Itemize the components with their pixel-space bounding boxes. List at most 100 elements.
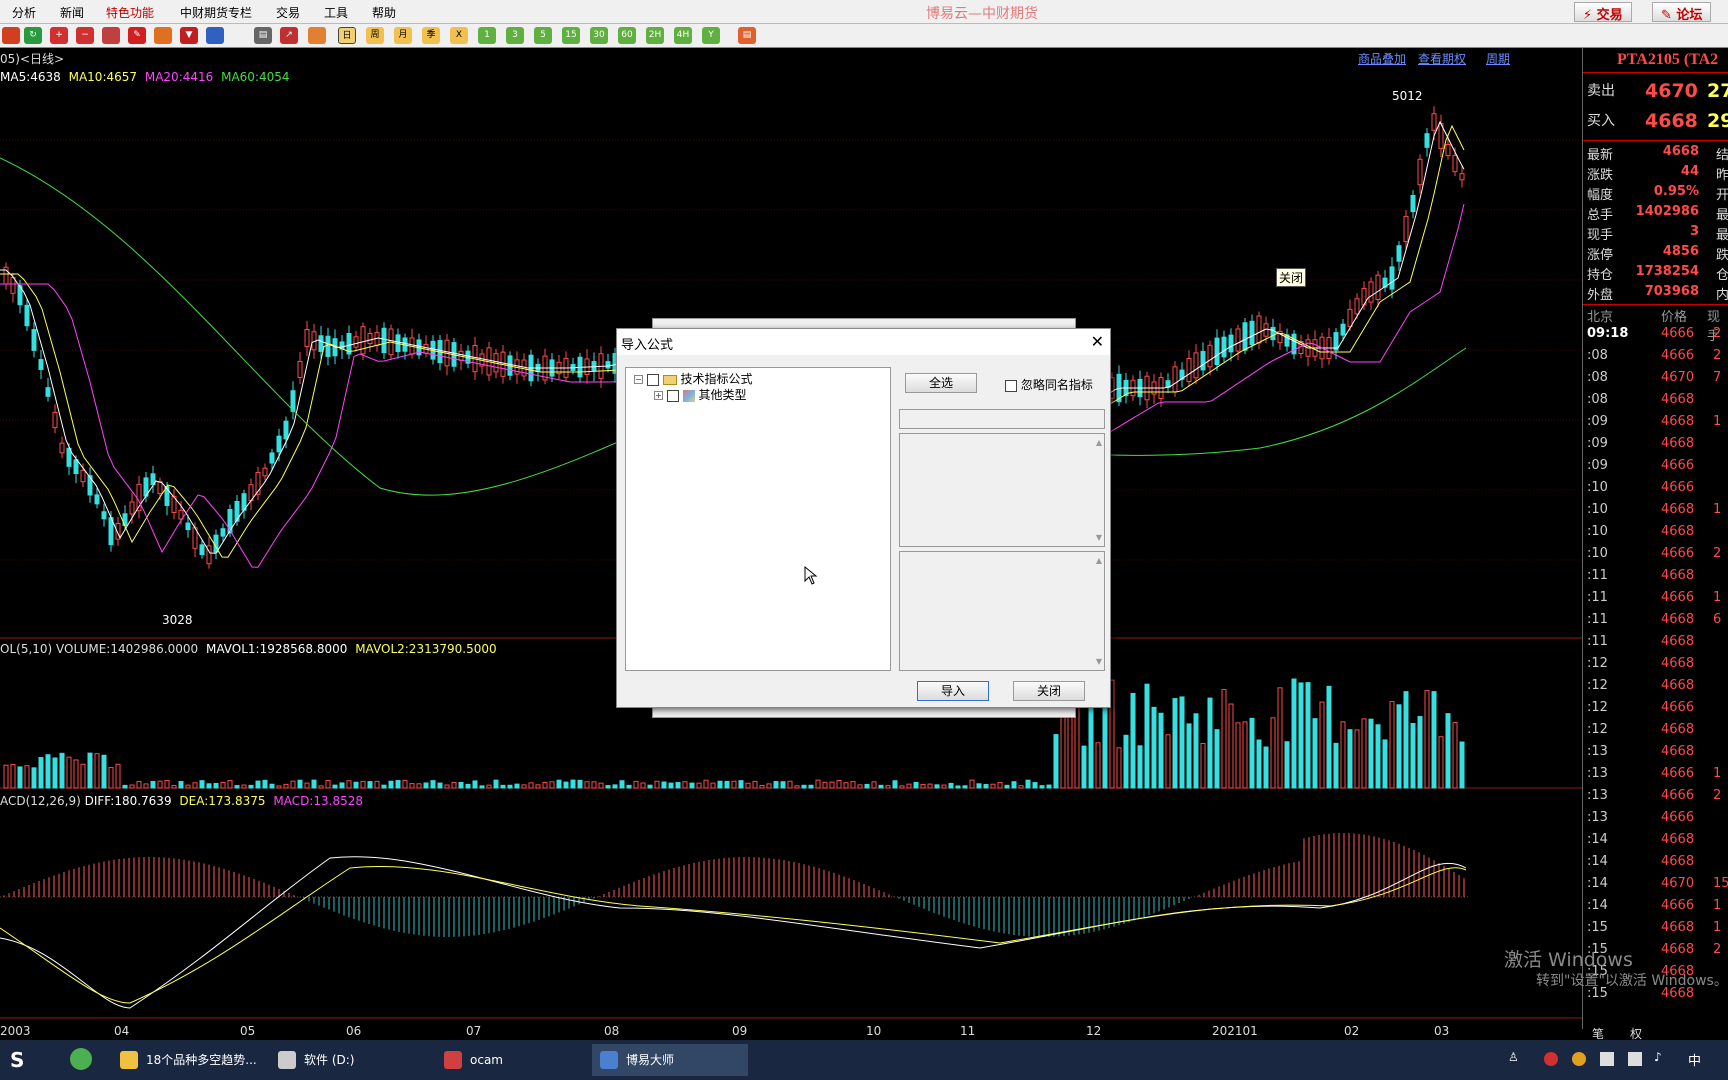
candle-body bbox=[1424, 133, 1430, 148]
ignore-same-name-option[interactable]: 忽略同名指标 bbox=[1005, 376, 1093, 393]
menu-column[interactable]: 中财期货专栏 bbox=[180, 4, 252, 21]
task-drive[interactable]: 软件 (D:) bbox=[270, 1044, 430, 1076]
chart-link-overlay[interactable]: 商品叠加 bbox=[1358, 50, 1406, 67]
filter-icon[interactable]: ▼ bbox=[180, 27, 198, 44]
formula-detail-box[interactable]: ▲ ▼ bbox=[899, 551, 1105, 671]
candle-body bbox=[185, 522, 191, 531]
volume-bar bbox=[220, 782, 226, 789]
import-button[interactable]: 导入 bbox=[917, 681, 989, 701]
tray-icon-2[interactable] bbox=[1572, 1052, 1586, 1066]
period-15[interactable]: 15 bbox=[562, 27, 580, 44]
scroll-up-icon[interactable]: ▲ bbox=[1096, 438, 1102, 447]
period-link[interactable]: 周期 bbox=[1486, 52, 1510, 66]
volume-bar bbox=[577, 779, 583, 789]
period-day[interactable]: 日 bbox=[338, 27, 356, 44]
tree-item-other[interactable]: + 其他类型 bbox=[654, 386, 747, 402]
tick-time: :12 bbox=[1587, 700, 1608, 715]
user-icon[interactable]: ♙ bbox=[1508, 1050, 1526, 1068]
volume-icon[interactable]: ♪ bbox=[1654, 1050, 1662, 1064]
period-year[interactable]: Y bbox=[702, 27, 720, 44]
tick-price: 4670 bbox=[1661, 876, 1695, 891]
volume-bar bbox=[808, 784, 814, 789]
task-ocam[interactable]: ocam bbox=[436, 1044, 586, 1076]
volume-bar bbox=[654, 780, 660, 789]
stat-value: 1402986 bbox=[1635, 204, 1699, 219]
scroll-down-icon[interactable]: ▼ bbox=[1096, 533, 1102, 542]
tray-icon-3[interactable] bbox=[1600, 1052, 1614, 1066]
period-2h[interactable]: 2H bbox=[646, 27, 664, 44]
volume-bar bbox=[444, 784, 450, 789]
tree-item-root[interactable]: − 技术指标公式 bbox=[634, 370, 753, 386]
tick-price: 4668 bbox=[1661, 656, 1695, 671]
notes-icon[interactable]: ▤ bbox=[738, 27, 756, 44]
menu-tools[interactable]: 工具 bbox=[324, 4, 348, 21]
menu-news[interactable]: 新闻 bbox=[60, 4, 84, 21]
dialog-close-button[interactable]: 关闭 bbox=[1013, 681, 1085, 701]
menu-features[interactable]: 特色功能 bbox=[106, 4, 154, 21]
menu-trade[interactable]: 交易 bbox=[276, 4, 300, 21]
toolbar-icon-f10[interactable] bbox=[308, 27, 326, 44]
menu-help[interactable]: 帮助 bbox=[372, 4, 396, 21]
volume-bar bbox=[381, 784, 387, 789]
volume-bar bbox=[1312, 718, 1318, 789]
period-4h[interactable]: 4H bbox=[674, 27, 692, 44]
close-tag[interactable]: 关闭 bbox=[1276, 268, 1307, 287]
trade-button[interactable]: ⚡ 交易 bbox=[1574, 2, 1632, 23]
candle-body bbox=[1368, 281, 1374, 303]
brush-icon[interactable] bbox=[154, 27, 172, 44]
task-boyi[interactable]: 博易大师 bbox=[592, 1044, 748, 1076]
period-60[interactable]: 60 bbox=[618, 27, 636, 44]
start-icon[interactable]: S bbox=[10, 1048, 36, 1072]
close-icon[interactable]: ✕ bbox=[1091, 332, 1104, 351]
period-1[interactable]: 1 bbox=[478, 27, 496, 44]
chart-link-period[interactable]: 周期 bbox=[1486, 50, 1510, 67]
menu-analysis[interactable]: 分析 bbox=[12, 4, 36, 21]
diff-line bbox=[0, 856, 1467, 1009]
bid-label: 买入 bbox=[1587, 113, 1615, 129]
toolbar-icon-1[interactable] bbox=[2, 27, 20, 44]
app-icon-green[interactable] bbox=[70, 1048, 92, 1070]
period-week[interactable]: 周 bbox=[366, 27, 384, 44]
ignore-same-name-checkbox[interactable] bbox=[1005, 379, 1017, 392]
network-icon[interactable] bbox=[1628, 1052, 1642, 1066]
ask-row[interactable]: 卖出 4670 27 bbox=[1583, 80, 1728, 106]
collapse-icon[interactable]: − bbox=[634, 375, 643, 384]
window-icon[interactable] bbox=[102, 27, 120, 44]
zoom-out-icon[interactable]: − bbox=[76, 27, 94, 44]
formula-icon[interactable] bbox=[206, 27, 224, 44]
input-language[interactable]: 中 bbox=[1688, 1050, 1701, 1069]
option-link[interactable]: 查看期权 bbox=[1418, 52, 1466, 66]
forum-button[interactable]: ✎ 论坛 bbox=[1652, 2, 1712, 23]
tree-child-checkbox[interactable] bbox=[666, 389, 679, 402]
expand-icon[interactable]: + bbox=[654, 391, 663, 400]
volume-bar bbox=[192, 782, 198, 789]
formula-description-box[interactable]: ▲ ▼ bbox=[899, 433, 1105, 547]
overlay-link[interactable]: 商品叠加 bbox=[1358, 52, 1406, 66]
formula-name-field[interactable] bbox=[899, 409, 1105, 429]
scroll-down-icon[interactable]: ▼ bbox=[1096, 657, 1102, 666]
tree-root-checkbox[interactable] bbox=[646, 373, 659, 386]
formula-tree[interactable]: − 技术指标公式 + 其他类型 bbox=[625, 367, 891, 671]
period-month[interactable]: 月 bbox=[394, 27, 412, 44]
refresh-icon[interactable]: ↻ bbox=[24, 27, 42, 44]
select-all-button[interactable]: 全选 bbox=[905, 373, 977, 393]
record-icon[interactable] bbox=[1544, 1052, 1558, 1066]
x-axis-label: 11 bbox=[960, 1024, 976, 1038]
tick-time: :12 bbox=[1587, 656, 1608, 671]
period-x[interactable]: X bbox=[450, 27, 468, 44]
period-30[interactable]: 30 bbox=[590, 27, 608, 44]
period-quarter[interactable]: 季 bbox=[422, 27, 440, 44]
chart-link-option[interactable]: 查看期权 bbox=[1418, 50, 1466, 67]
volume-bar bbox=[31, 767, 37, 789]
period-5[interactable]: 5 bbox=[534, 27, 552, 44]
zoom-in-icon[interactable]: + bbox=[50, 27, 68, 44]
bid-row[interactable]: 买入 4668 29 bbox=[1583, 110, 1728, 136]
line-chart-icon[interactable]: ↗ bbox=[280, 27, 298, 44]
period-3[interactable]: 3 bbox=[506, 27, 524, 44]
boyi-icon bbox=[600, 1051, 618, 1069]
table-icon[interactable]: ▤ bbox=[254, 27, 272, 44]
pen-icon[interactable]: ✎ bbox=[128, 27, 146, 44]
volume-bar bbox=[794, 785, 800, 789]
scroll-up-icon[interactable]: ▲ bbox=[1096, 556, 1102, 565]
task-folder[interactable]: 18个品种多空趋势... bbox=[112, 1044, 262, 1076]
